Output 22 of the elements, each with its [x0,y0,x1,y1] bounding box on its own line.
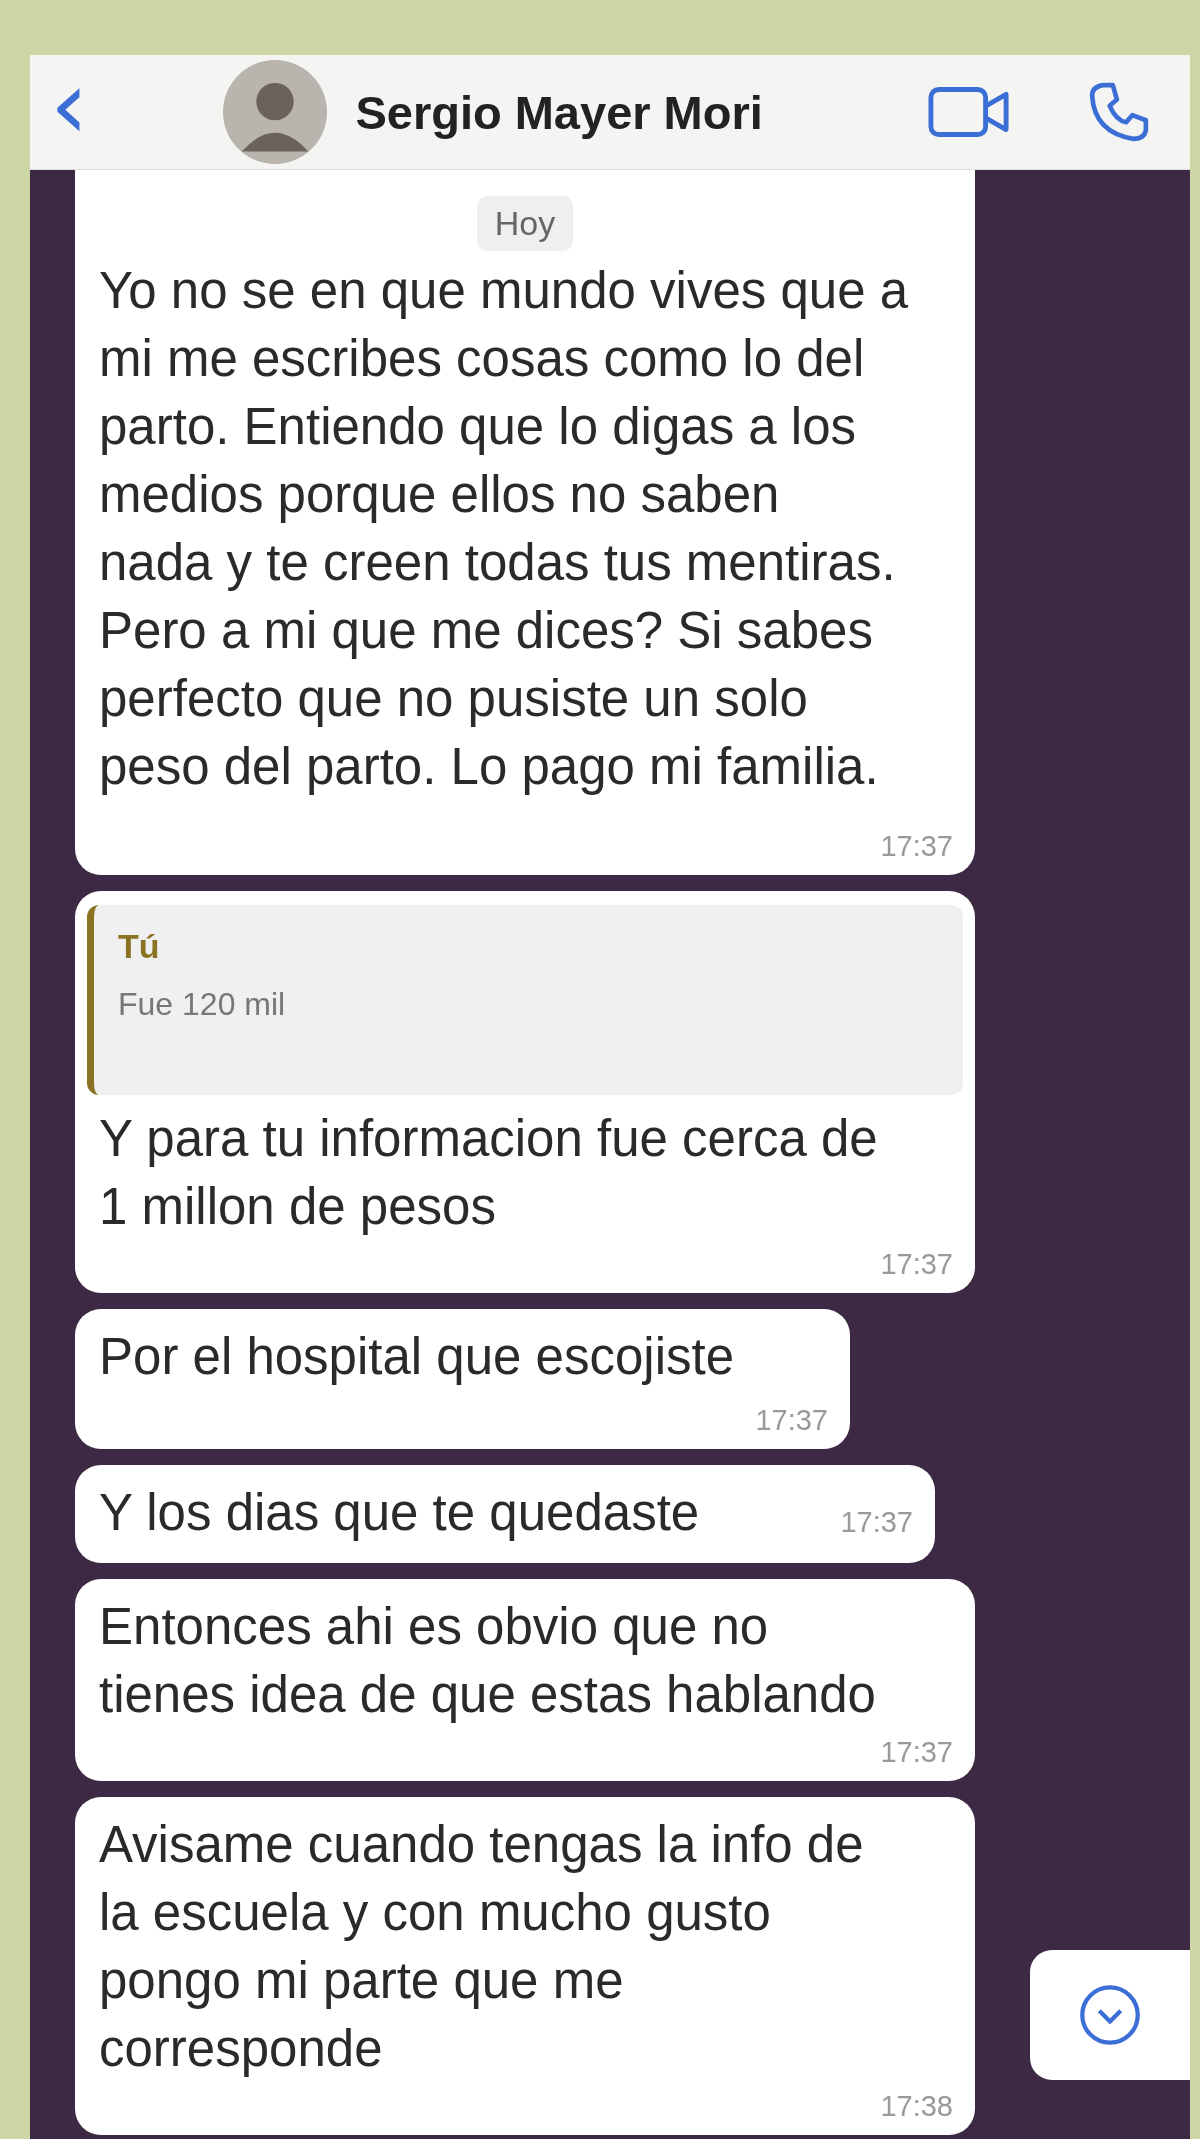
scroll-down-button[interactable] [1030,1950,1190,2080]
message-time: 17:38 [880,2090,953,2123]
message-time: 17:37 [880,1248,953,1281]
day-separator: Hoy [476,196,574,251]
message-time: 17:37 [880,830,953,863]
message-text: Avisame cuando tengas la info de la escuela y con mucho gusto pongo mi parte que me corresponde [99,1815,864,2079]
contact-name: Sergio Mayer Mori [355,84,763,140]
message-text: Entonces ahi es obvio que no tienes idea de que estas hablando [99,1597,876,1725]
phone-call-icon[interactable] [1088,81,1150,143]
chevron-down-icon [1078,1983,1142,2047]
message-time: 17:37 [880,1736,953,1769]
message-text: Y para tu informacion fue cerca de 1 millon de pesos [99,1109,878,1237]
message-time: 17:37 [840,1506,913,1539]
quote-text: Fue 120 mil [118,986,287,1023]
avatar-icon [223,60,328,164]
message-time: 17:37 [755,1404,828,1437]
message-text: Yo no se en que mundo vives que a mi me escribes cosas como lo del parto. Entiendo que lo digas a los medios porque ellos no saben nada y te creen todas tus mentiras. Pero a mi que me dices? Si sabes perfecto que no pusiste un solo peso del parto. Lo pago mi familia. [99,261,909,797]
message-text: Y los dias que te quedaste [99,1483,700,1543]
video-call-icon[interactable] [928,86,1010,138]
quote-author: Tú [118,927,161,966]
message-text: Por el hospital que escojiste [99,1327,735,1387]
back-button[interactable]: ‹ [50,57,89,167]
